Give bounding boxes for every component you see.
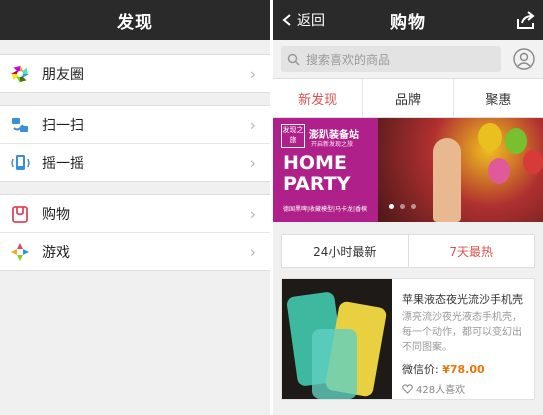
balloon-image bbox=[523, 150, 543, 174]
promo-banner[interactable]: 发现之旅 澎趴装备站 开启新发现之旅 HOME PARTY 德国黑啤|收藏模型|… bbox=[273, 118, 543, 222]
shopping-icon bbox=[10, 204, 30, 224]
page-title: 购物 bbox=[390, 12, 426, 33]
heart-icon bbox=[402, 383, 413, 394]
banner-brand-sub: 开启新发现之旅 bbox=[311, 141, 354, 148]
balloon-image bbox=[478, 123, 502, 151]
person-image bbox=[433, 138, 461, 222]
chevron-left-icon bbox=[282, 14, 291, 26]
product-image bbox=[282, 279, 392, 399]
group-shop-games: 购物 › 游戏 › bbox=[0, 194, 270, 271]
sort-toggle: 24小时最新 7天最热 bbox=[281, 234, 535, 268]
tab-new[interactable]: 新发现 bbox=[273, 79, 364, 117]
menu-item-scan[interactable]: 扫一扫 › bbox=[0, 106, 270, 143]
banner-subtitle: 德国黑啤|收藏模型|马卡龙|香槟 bbox=[283, 206, 368, 213]
likes-count: 428人喜欢 bbox=[416, 385, 466, 396]
games-icon bbox=[10, 242, 30, 262]
tab-brand[interactable]: 品牌 bbox=[363, 79, 454, 117]
balloon-image bbox=[505, 128, 527, 154]
carousel-dot[interactable] bbox=[411, 204, 416, 209]
toggle-hottest[interactable]: 7天最热 bbox=[407, 235, 535, 267]
likes-row[interactable]: 428人喜欢 bbox=[402, 381, 528, 396]
tab-deals[interactable]: 聚惠 bbox=[454, 79, 543, 117]
banner-headline-line1: HOME bbox=[283, 152, 347, 174]
balloon-image bbox=[488, 158, 510, 184]
search-icon bbox=[287, 53, 300, 66]
back-button[interactable]: 返回 bbox=[281, 0, 325, 40]
menu-item-label: 朋友圈 bbox=[42, 66, 84, 83]
carousel-dot[interactable] bbox=[389, 204, 394, 209]
price-value: ¥78.00 bbox=[442, 363, 485, 376]
group-moments: 朋友圈 › bbox=[0, 54, 270, 93]
chevron-right-icon: › bbox=[249, 242, 256, 261]
back-label: 返回 bbox=[297, 13, 325, 29]
menu-item-label: 扫一扫 bbox=[42, 117, 84, 134]
menu-item-shopping[interactable]: 购物 › bbox=[0, 195, 270, 232]
scan-icon bbox=[10, 115, 30, 135]
search-bar: 搜索喜欢的商品 bbox=[273, 40, 543, 79]
chevron-right-icon: › bbox=[249, 204, 256, 223]
discover-header: 发现 bbox=[0, 0, 270, 40]
price-label: 微信价: bbox=[402, 363, 439, 376]
chevron-right-icon: › bbox=[249, 64, 256, 83]
menu-item-shake[interactable]: 摇一摇 › bbox=[0, 143, 270, 181]
chevron-right-icon: › bbox=[249, 115, 256, 134]
banner-headline: HOME PARTY bbox=[283, 153, 350, 195]
product-info: 苹果液态夜光流沙手机壳 漂亮流沙夜光液态手机壳，每一个动作，都可以变幻出不同图案… bbox=[402, 291, 528, 396]
menu-item-label: 购物 bbox=[42, 206, 70, 223]
shop-header: 返回 购物 bbox=[273, 0, 543, 40]
product-card[interactable]: 苹果液态夜光流沙手机壳 漂亮流沙夜光液态手机壳，每一个动作，都可以变幻出不同图案… bbox=[281, 278, 535, 400]
search-input[interactable]: 搜索喜欢的商品 bbox=[281, 46, 501, 72]
menu-item-label: 游戏 bbox=[42, 244, 70, 261]
chevron-right-icon: › bbox=[249, 153, 256, 172]
banner-headline-line2: PARTY bbox=[283, 173, 351, 195]
carousel-dot[interactable] bbox=[400, 204, 405, 209]
product-price-row: 微信价: ¥78.00 bbox=[402, 361, 528, 377]
group-scan-shake: 扫一扫 › 摇一摇 › bbox=[0, 105, 270, 182]
toggle-latest[interactable]: 24小时最新 bbox=[282, 235, 408, 267]
menu-item-games[interactable]: 游戏 › bbox=[0, 232, 270, 270]
share-icon[interactable] bbox=[515, 9, 537, 31]
product-title: 苹果液态夜光流沙手机壳 bbox=[402, 293, 523, 306]
moments-icon bbox=[10, 64, 30, 84]
banner-logo: 发现之旅 bbox=[281, 124, 305, 148]
shopping-panel: 返回 购物 搜索喜欢的商品 新发现 品牌 聚惠 发现之旅 澎趴装备站 开启新发现… bbox=[273, 0, 543, 415]
menu-item-moments[interactable]: 朋友圈 › bbox=[0, 55, 270, 92]
discover-panel: 发现 朋友圈 › 扫一扫 › 摇一摇 › 购物 › 游戏 › bbox=[0, 0, 270, 415]
user-icon[interactable] bbox=[513, 48, 535, 70]
carousel-dots bbox=[389, 204, 416, 209]
page-title: 发现 bbox=[117, 12, 153, 33]
search-placeholder: 搜索喜欢的商品 bbox=[306, 52, 391, 67]
shake-icon bbox=[10, 153, 30, 173]
product-description: 漂亮流沙夜光液态手机壳，每一个动作，都可以变幻出不同图案。 bbox=[402, 312, 522, 353]
menu-item-label: 摇一摇 bbox=[42, 155, 84, 172]
category-tabs: 新发现 品牌 聚惠 bbox=[273, 79, 543, 118]
